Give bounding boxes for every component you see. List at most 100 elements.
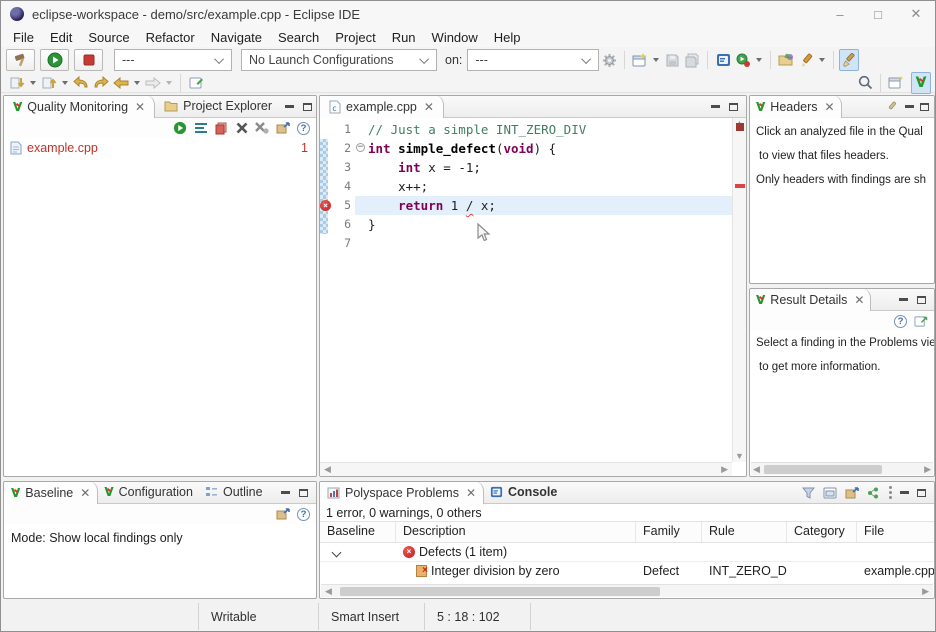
open-in-new-window-icon[interactable] xyxy=(914,315,928,328)
code-editor[interactable]: 1// Just a simple INT_ZERO_DIV2−int simp… xyxy=(320,118,746,476)
help-icon[interactable]: ? xyxy=(894,315,907,328)
maximize-view-icon[interactable] xyxy=(303,103,312,111)
problems-scrollbar[interactable]: ◀ ▶ xyxy=(321,584,933,597)
code-line-5[interactable]: ×5 return 1 / x; xyxy=(320,196,732,215)
menu-navigate[interactable]: Navigate xyxy=(203,28,270,47)
scrollbar-thumb[interactable] xyxy=(340,587,660,596)
chevron-down-icon[interactable] xyxy=(134,81,140,85)
close-icon[interactable]: ✕ xyxy=(897,1,935,27)
menu-refactor[interactable]: Refactor xyxy=(138,28,203,47)
tab-polyspace-problems[interactable]: Polyspace Problems ✕ xyxy=(320,481,484,504)
filter-funnel-icon[interactable] xyxy=(802,487,815,499)
column-family[interactable]: Family xyxy=(636,522,702,542)
run-analysis-button[interactable] xyxy=(733,49,753,71)
stop-button[interactable] xyxy=(74,49,103,71)
scroll-left-icon[interactable]: ◀ xyxy=(325,587,332,596)
chevron-down-icon[interactable] xyxy=(30,81,36,85)
overview-error-marker[interactable] xyxy=(736,123,744,131)
new-wizard-button[interactable] xyxy=(630,49,650,71)
export-icon[interactable] xyxy=(276,122,290,134)
console-button[interactable] xyxy=(713,49,733,71)
scroll-right-icon[interactable]: ▶ xyxy=(721,465,728,474)
target-settings-button[interactable] xyxy=(599,49,619,71)
expand-chevron-icon[interactable] xyxy=(332,548,342,558)
table-row-defects-group[interactable]: × Defects (1 item) xyxy=(320,543,934,561)
polyspace-perspective-button[interactable]: V xyxy=(911,72,931,94)
code-line-2[interactable]: 2−int simple_defect(void) { xyxy=(320,139,732,158)
maximize-view-icon[interactable] xyxy=(917,489,926,497)
list-icon[interactable] xyxy=(194,122,208,134)
last-edit-forward-button[interactable] xyxy=(91,72,111,94)
remove-results-icon[interactable] xyxy=(215,122,229,135)
code-line-4[interactable]: 4 x++; xyxy=(320,177,732,196)
launch-target-dropdown[interactable]: --- xyxy=(467,49,599,71)
chevron-down-icon[interactable] xyxy=(166,81,172,85)
delete-x-icon[interactable] xyxy=(236,122,248,134)
maximize-view-icon[interactable] xyxy=(299,489,308,497)
column-rule[interactable]: Rule xyxy=(702,522,787,542)
code-line-6[interactable]: 6} xyxy=(320,215,732,234)
result-details-scrollbar[interactable]: ◀ ▶ xyxy=(751,462,933,475)
open-perspective-button[interactable] xyxy=(886,72,906,94)
maximize-view-icon[interactable] xyxy=(917,296,926,304)
tab-baseline[interactable]: V Baseline ✕ xyxy=(4,481,98,504)
tab-quality-monitoring[interactable]: V Quality Monitoring ✕ xyxy=(4,95,155,118)
minimize-view-icon[interactable] xyxy=(900,491,909,494)
scroll-left-icon[interactable]: ◀ xyxy=(324,465,331,474)
menu-search[interactable]: Search xyxy=(270,28,327,47)
maximize-view-icon[interactable] xyxy=(920,103,929,111)
next-annotation-button[interactable] xyxy=(7,72,27,94)
scrollbar-thumb[interactable] xyxy=(764,465,882,474)
menu-project[interactable]: Project xyxy=(327,28,383,47)
tab-outline[interactable]: Outline xyxy=(199,481,269,503)
close-icon[interactable]: ✕ xyxy=(854,294,864,306)
help-icon[interactable]: ? xyxy=(297,122,310,135)
previous-annotation-button[interactable] xyxy=(39,72,59,94)
menu-window[interactable]: Window xyxy=(424,28,486,47)
chevron-down-icon[interactable] xyxy=(819,58,825,62)
line-error-marker[interactable] xyxy=(735,184,745,188)
focus-window-icon[interactable] xyxy=(823,487,837,499)
save-all-button[interactable] xyxy=(682,49,702,71)
editor-vertical-scrollbar[interactable]: ▲ ▼ xyxy=(732,118,746,462)
close-icon[interactable]: ✕ xyxy=(135,101,145,113)
tab-editor-example-cpp[interactable]: c example.cpp ✕ xyxy=(320,95,444,118)
close-icon[interactable]: ✕ xyxy=(80,487,90,499)
back-history-button[interactable] xyxy=(111,72,131,94)
build-button[interactable] xyxy=(6,49,35,71)
close-icon[interactable]: ✕ xyxy=(825,101,835,113)
minimize-icon[interactable]: – xyxy=(821,1,859,27)
tab-result-details[interactable]: V Result Details ✕ xyxy=(750,288,871,311)
collapse-icon[interactable]: − xyxy=(356,143,365,152)
close-icon[interactable]: ✕ xyxy=(466,487,476,499)
last-edit-back-button[interactable] xyxy=(71,72,91,94)
maximize-view-icon[interactable] xyxy=(729,103,738,111)
code-line-7[interactable]: 7 xyxy=(320,234,732,253)
annotate-button[interactable] xyxy=(796,49,816,71)
tab-headers[interactable]: V Headers ✕ xyxy=(750,95,842,118)
minimize-view-icon[interactable] xyxy=(281,491,290,494)
editor-horizontal-scrollbar[interactable]: ◀ ▶ xyxy=(320,462,732,476)
save-button[interactable] xyxy=(662,49,682,71)
tab-console[interactable]: Console xyxy=(484,481,563,503)
maximize-icon[interactable]: □ xyxy=(859,1,897,27)
chevron-down-icon[interactable] xyxy=(62,81,68,85)
chevron-down-icon[interactable] xyxy=(756,58,762,62)
column-category[interactable]: Category xyxy=(787,522,857,542)
open-file-button[interactable] xyxy=(776,49,796,71)
help-icon[interactable]: ? xyxy=(297,508,310,521)
error-icon[interactable]: × xyxy=(320,200,331,211)
start-analysis-icon[interactable] xyxy=(173,121,187,135)
launch-config-dropdown[interactable]: No Launch Configurations xyxy=(241,49,437,71)
scroll-down-icon[interactable]: ▼ xyxy=(733,452,746,461)
column-file[interactable]: File xyxy=(857,522,934,542)
view-menu-icon[interactable] xyxy=(889,486,892,499)
delete-configured-icon[interactable] xyxy=(255,122,269,134)
minimize-view-icon[interactable] xyxy=(711,105,720,108)
code-line-3[interactable]: 3 int x = -1; xyxy=(320,158,732,177)
build-config-dropdown[interactable]: --- xyxy=(114,49,232,71)
link-with-editor-button[interactable] xyxy=(186,72,206,94)
scroll-right-icon[interactable]: ▶ xyxy=(924,465,931,474)
export-icon[interactable] xyxy=(276,508,290,520)
code-line-1[interactable]: 1// Just a simple INT_ZERO_DIV xyxy=(320,120,732,139)
